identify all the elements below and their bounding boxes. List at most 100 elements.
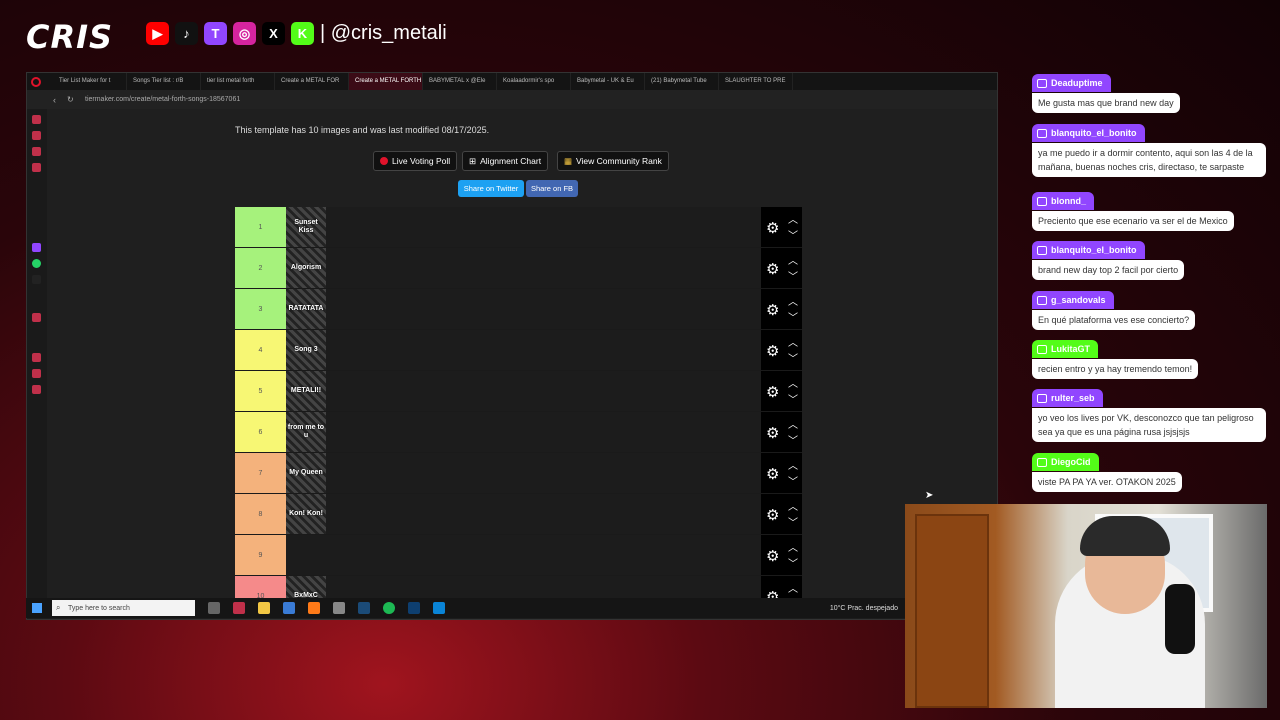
tier-label[interactable]: 1 xyxy=(235,207,286,247)
chevron-up-icon[interactable]: ︿ xyxy=(788,457,798,472)
task-view-icon[interactable] xyxy=(208,602,220,614)
browser-tab[interactable]: Tier List Maker for t xyxy=(53,73,127,90)
browser-tab[interactable]: Songs Tier list : r/B xyxy=(127,73,201,90)
chevron-up-icon[interactable]: ︿ xyxy=(788,539,798,554)
button-label: Alignment Chart xyxy=(480,156,542,166)
gear-icon[interactable]: ⚙ xyxy=(766,547,779,565)
share-twitter-button[interactable]: Share on Twitter xyxy=(458,180,524,197)
gear-icon[interactable]: ⚙ xyxy=(766,383,779,401)
gear-icon[interactable]: ⚙ xyxy=(766,465,779,483)
song-image[interactable]: Sunset Kiss xyxy=(286,207,326,247)
tier-label[interactable]: 3 xyxy=(235,289,286,329)
app-icon[interactable] xyxy=(283,602,295,614)
sidebar-icon[interactable] xyxy=(32,243,41,252)
tier-label[interactable]: 5 xyxy=(235,371,286,411)
alignment-chart-button[interactable]: ⊞ Alignment Chart xyxy=(462,151,549,171)
gear-icon[interactable]: ⚙ xyxy=(766,219,779,237)
vscode-icon[interactable] xyxy=(433,602,445,614)
chevron-down-icon[interactable]: ﹀ xyxy=(788,473,798,488)
sidebar-icon[interactable] xyxy=(32,353,41,362)
live-voting-button[interactable]: Live Voting Poll xyxy=(373,151,458,171)
sidebar-icon[interactable] xyxy=(32,115,41,124)
browser-tab[interactable]: Babymetal - UK & Eu xyxy=(571,73,645,90)
chevron-down-icon[interactable]: ﹀ xyxy=(788,555,798,570)
chevron-down-icon[interactable]: ﹀ xyxy=(788,309,798,324)
chevron-down-icon[interactable]: ﹀ xyxy=(788,391,798,406)
chevron-up-icon[interactable]: ︿ xyxy=(788,293,798,308)
social-icons: ▶ ♪ T ◎ X K xyxy=(146,22,314,45)
chevron-up-icon[interactable]: ︿ xyxy=(788,334,798,349)
opera-logo-icon[interactable] xyxy=(31,76,41,87)
chat-message: LukitaGT recien entro y ya hay tremendo t… xyxy=(1032,340,1199,379)
gear-icon[interactable]: ⚙ xyxy=(766,260,779,278)
back-icon[interactable]: ‹ xyxy=(53,95,56,105)
sidebar-icon[interactable] xyxy=(32,147,41,156)
x-icon[interactable] xyxy=(32,275,41,284)
browser-tab[interactable]: (21) Babymetal Tube xyxy=(645,73,719,90)
chevron-up-icon[interactable]: ︿ xyxy=(788,252,798,267)
gear-icon[interactable]: ⚙ xyxy=(766,506,779,524)
browser-tab[interactable]: Create a METAL FORTH xyxy=(349,73,423,90)
tier-label[interactable]: 6 xyxy=(235,412,286,452)
username-text: blanquito_el_bonito xyxy=(1051,245,1137,255)
gear-icon[interactable]: ⚙ xyxy=(766,342,779,360)
kick-icon: K xyxy=(291,22,314,45)
sidebar-icon[interactable] xyxy=(32,369,41,378)
sidebar-icon[interactable] xyxy=(32,163,41,172)
chevron-up-icon[interactable]: ︿ xyxy=(788,211,798,226)
browser-tab[interactable]: tier list metal forth xyxy=(201,73,275,90)
url-text[interactable]: tiermaker.com/create/metal-forth-songs-1… xyxy=(85,96,240,103)
whatsapp-icon[interactable] xyxy=(32,259,41,268)
browser-tab[interactable]: SLAUGHTER TO PRE xyxy=(719,73,793,90)
username-text: Deaduptime xyxy=(1051,78,1103,88)
community-rank-button[interactable]: ▦ View Community Rank xyxy=(557,151,669,171)
chevron-down-icon[interactable]: ﹀ xyxy=(788,227,798,242)
chevron-up-icon[interactable]: ︿ xyxy=(788,580,798,595)
chevron-down-icon[interactable]: ﹀ xyxy=(788,350,798,365)
song-image[interactable]: Song 3 xyxy=(286,330,326,370)
record-icon xyxy=(380,157,388,165)
obs-icon[interactable] xyxy=(333,602,345,614)
firefox-icon[interactable] xyxy=(308,602,320,614)
tier-controls: ⚙ ︿﹀ xyxy=(761,289,802,329)
song-image[interactable]: Kon! Kon! xyxy=(286,494,326,534)
chevron-down-icon[interactable]: ﹀ xyxy=(788,514,798,529)
song-image[interactable]: BxMxC xyxy=(286,576,326,599)
share-fb-button[interactable]: Share on FB xyxy=(526,180,578,197)
chevron-down-icon[interactable]: ﹀ xyxy=(788,432,798,447)
reload-icon[interactable]: ↻ xyxy=(67,95,74,104)
song-image[interactable]: Algorism xyxy=(286,248,326,288)
taskbar-search[interactable]: ⌕ Type here to search xyxy=(52,600,195,616)
address-bar[interactable]: ‹ ↻ tiermaker.com/create/metal-forth-son… xyxy=(27,90,997,109)
tier-label[interactable]: 8 xyxy=(235,494,286,534)
tier-label[interactable]: 7 xyxy=(235,453,286,493)
browser-tab[interactable]: Koalaadormir's spo xyxy=(497,73,571,90)
tier-label[interactable]: 9 xyxy=(235,535,286,575)
chevron-up-icon[interactable]: ︿ xyxy=(788,416,798,431)
tier-row: 3 RATATATA ⚙ ︿ ﹀ xyxy=(235,289,802,330)
song-image[interactable]: METALI!! xyxy=(286,371,326,411)
sidebar-icon[interactable] xyxy=(32,131,41,140)
photoshop-icon[interactable] xyxy=(408,602,420,614)
browser-tab[interactable]: BABYMETAL x @Ele xyxy=(423,73,497,90)
windows-start-icon[interactable] xyxy=(32,603,42,613)
tier-label[interactable]: 2 xyxy=(235,248,286,288)
folder-icon[interactable] xyxy=(258,602,270,614)
chevron-up-icon[interactable]: ︿ xyxy=(788,498,798,513)
sidebar-icon[interactable] xyxy=(32,385,41,394)
x-icon: X xyxy=(262,22,285,45)
chevron-up-icon[interactable]: ︿ xyxy=(788,375,798,390)
chevron-down-icon[interactable]: ﹀ xyxy=(788,268,798,283)
tier-label[interactable]: 4 xyxy=(235,330,286,370)
browser-tab[interactable]: Create a METAL FOR xyxy=(275,73,349,90)
tier-label[interactable]: 10 xyxy=(235,576,286,599)
spotify-icon[interactable] xyxy=(383,602,395,614)
song-image[interactable]: My Queen xyxy=(286,453,326,493)
gear-icon[interactable]: ⚙ xyxy=(766,301,779,319)
steam-icon[interactable] xyxy=(358,602,370,614)
gear-icon[interactable]: ⚙ xyxy=(766,424,779,442)
song-image[interactable]: from me to u xyxy=(286,412,326,452)
song-image[interactable]: RATATATA xyxy=(286,289,326,329)
opera-icon[interactable] xyxy=(233,602,245,614)
sidebar-icon[interactable] xyxy=(32,313,41,322)
